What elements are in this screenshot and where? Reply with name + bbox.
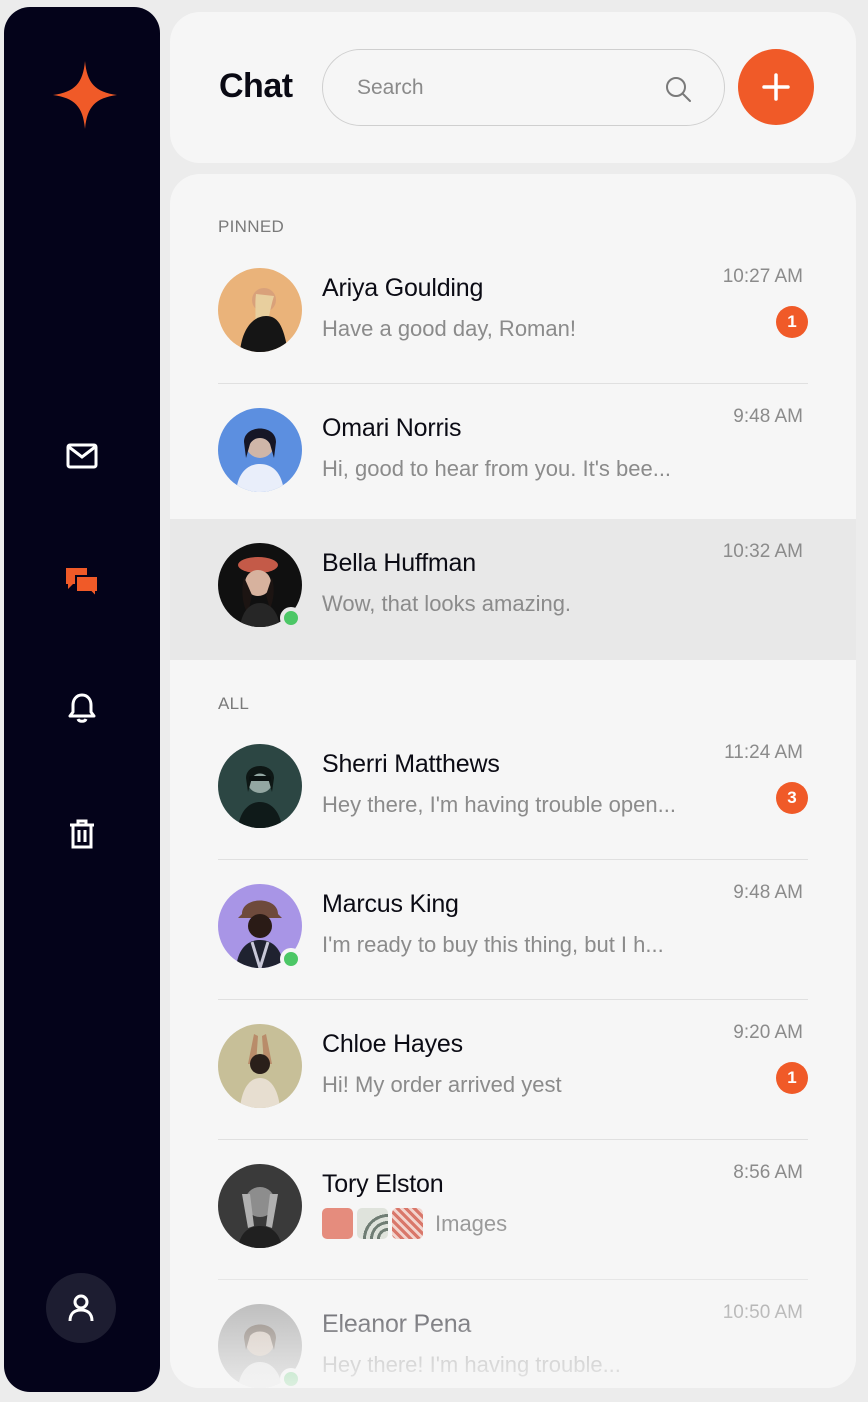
- bell-icon: [68, 693, 96, 723]
- conversation-row-bella[interactable]: Bella Huffman Wow, that looks amazing. 1…: [170, 519, 856, 660]
- message-time: 9:48 AM: [733, 406, 803, 427]
- image-attachments[interactable]: Images: [322, 1208, 507, 1239]
- sidebar-item-chat[interactable]: [54, 554, 110, 610]
- message-time: 10:32 AM: [722, 541, 803, 562]
- contact-name: Marcus King: [322, 890, 459, 918]
- image-thumbnail[interactable]: [392, 1208, 423, 1239]
- search-box[interactable]: [322, 49, 725, 126]
- message-preview: Hey there! I'm having trouble...: [322, 1352, 621, 1377]
- unread-badge: 1: [776, 1062, 808, 1094]
- image-thumbnail[interactable]: [357, 1208, 388, 1239]
- contact-name: Eleanor Pena: [322, 1310, 472, 1338]
- conversation-row-chloe[interactable]: Chloe Hayes Hi! My order arrived yest 9:…: [170, 1000, 856, 1140]
- conversation-list: PINNED Ariya Goulding Have a good day, R…: [170, 174, 856, 1388]
- profile-button[interactable]: [46, 1273, 116, 1343]
- avatar: [218, 268, 302, 352]
- message-preview: I'm ready to buy this thing, but I h...: [322, 932, 664, 957]
- avatar: [218, 1164, 302, 1248]
- unread-badge: 3: [776, 782, 808, 814]
- sparkle-logo-icon: [53, 61, 117, 129]
- online-indicator: [280, 607, 302, 629]
- sidebar-item-trash[interactable]: [54, 806, 110, 862]
- contact-name: Ariya Goulding: [322, 274, 484, 302]
- message-time: 9:20 AM: [733, 1022, 803, 1043]
- section-label-pinned: PINNED: [218, 217, 285, 236]
- conversation-row-eleanor[interactable]: Eleanor Pena Hey there! I'm having troub…: [170, 1280, 856, 1388]
- plus-icon: [762, 73, 790, 101]
- message-time: 11:24 AM: [724, 742, 803, 763]
- mail-icon: [66, 443, 98, 469]
- contact-name: Chloe Hayes: [322, 1030, 463, 1058]
- conversation-row-marcus[interactable]: Marcus King I'm ready to buy this thing,…: [170, 860, 856, 1000]
- conversation-row-tory[interactable]: Tory Elston Images 8:56 AM: [170, 1140, 856, 1280]
- unread-badge: 1: [776, 306, 808, 338]
- message-preview: Hi! My order arrived yest: [322, 1072, 562, 1097]
- message-time: 10:27 AM: [722, 266, 803, 287]
- online-indicator: [280, 1368, 302, 1388]
- sidebar-item-notifications[interactable]: [54, 680, 110, 736]
- contact-name: Omari Norris: [322, 414, 462, 442]
- contact-name: Bella Huffman: [322, 549, 476, 577]
- avatar: [218, 1024, 302, 1108]
- message-preview: Hi, good to hear from you. It's bee...: [322, 456, 672, 481]
- conversation-row-ariya[interactable]: Ariya Goulding Have a good day, Roman! 1…: [170, 244, 856, 384]
- user-icon: [68, 1294, 94, 1322]
- contact-name: Tory Elston: [322, 1170, 444, 1198]
- attachment-label: Images: [435, 1210, 508, 1236]
- sidebar-item-mail[interactable]: [54, 428, 110, 484]
- trash-icon: [70, 819, 94, 849]
- contact-name: Sherri Matthews: [322, 750, 500, 778]
- image-thumbnail[interactable]: [322, 1208, 353, 1239]
- message-preview: Wow, that looks amazing.: [322, 591, 572, 616]
- online-indicator: [280, 948, 302, 970]
- chat-bubbles-icon: [66, 568, 99, 598]
- avatar: [218, 744, 302, 828]
- section-label-all: ALL: [218, 694, 250, 713]
- new-chat-button[interactable]: [738, 49, 814, 125]
- sidebar: [4, 7, 160, 1392]
- message-preview: Hey there, I'm having trouble open...: [322, 792, 676, 817]
- message-time: 8:56 AM: [733, 1162, 803, 1183]
- conversation-row-sherri[interactable]: Sherri Matthews Hey there, I'm having tr…: [170, 720, 856, 860]
- search-input[interactable]: [357, 74, 657, 102]
- conversation-row-omari[interactable]: Omari Norris Hi, good to hear from you. …: [170, 384, 856, 524]
- chat-header: Chat: [170, 12, 856, 163]
- message-time: 9:48 AM: [733, 882, 803, 903]
- search-icon[interactable]: [664, 75, 692, 103]
- message-time: 10:50 AM: [722, 1302, 803, 1323]
- avatar: [218, 408, 302, 492]
- message-preview: Have a good day, Roman!: [322, 316, 576, 341]
- page-title: Chat: [219, 67, 293, 105]
